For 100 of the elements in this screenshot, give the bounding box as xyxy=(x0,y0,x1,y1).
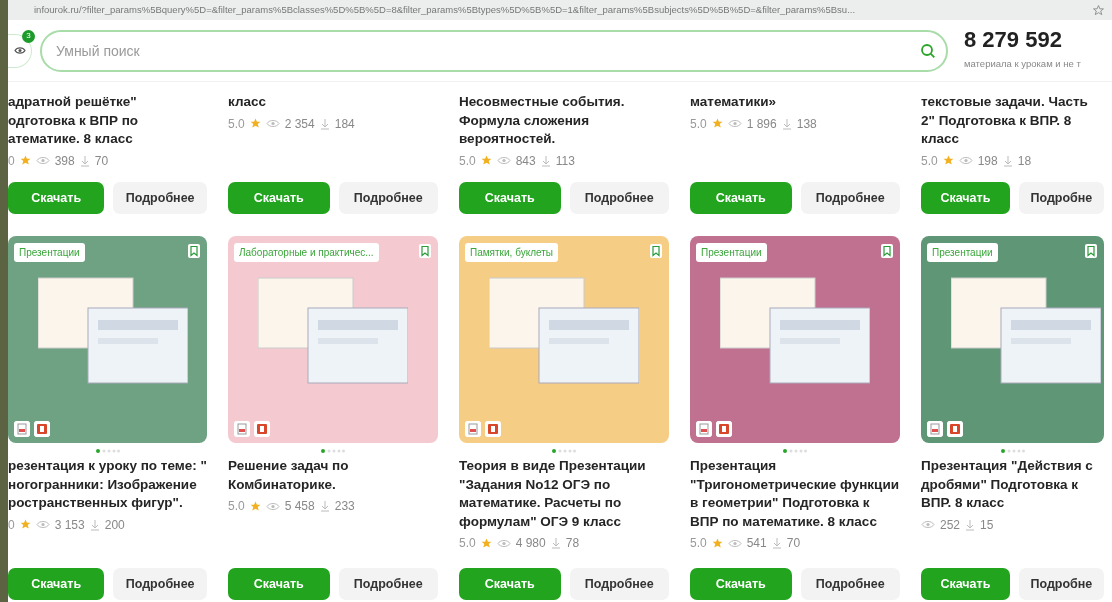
category-tag: Презентации xyxy=(696,243,767,262)
download-count: 200 xyxy=(104,516,125,534)
download-button[interactable]: Скачать xyxy=(921,568,1010,600)
download-count: 70 xyxy=(786,535,801,552)
materials-count: 8 279 592 xyxy=(964,29,1063,52)
details-button[interactable]: Подробнее xyxy=(569,568,669,600)
bookmark-icon[interactable] xyxy=(419,244,431,258)
download-button[interactable]: Скачать xyxy=(8,568,105,600)
bookmark-icon[interactable] xyxy=(188,244,200,258)
material-title: Несовместные события. Формула сложения вероятностей. xyxy=(459,93,626,148)
bookmark-icon[interactable] xyxy=(881,244,893,258)
bookmark-icon[interactable] xyxy=(650,244,662,258)
download-button[interactable]: Скачать xyxy=(459,568,561,600)
download-button[interactable]: Скачать xyxy=(459,182,561,214)
star-icon xyxy=(249,500,261,512)
download-icon xyxy=(771,537,782,549)
category-tag: Презентации xyxy=(14,243,85,262)
rating-value: 5.0 xyxy=(228,498,245,515)
view-count: 843 xyxy=(515,152,536,170)
details-button[interactable]: Подробне xyxy=(1018,568,1104,600)
details-button[interactable]: Подробнее xyxy=(800,182,900,214)
download-count: 113 xyxy=(555,152,575,170)
star-icon[interactable] xyxy=(1093,4,1104,16)
search-icon[interactable] xyxy=(920,42,936,59)
download-icon xyxy=(1002,154,1013,167)
details-button[interactable]: Подробнее xyxy=(113,182,207,214)
search-field[interactable]: Умный поиск xyxy=(40,29,948,72)
view-count: 1 896 xyxy=(746,115,777,133)
details-button[interactable]: Подробнее xyxy=(800,568,900,600)
eye-icon xyxy=(265,501,280,511)
download-button[interactable]: Скачать xyxy=(8,182,105,214)
star-icon xyxy=(480,537,492,549)
eye-icon xyxy=(265,119,280,128)
rating-value: 5.0 xyxy=(690,115,707,133)
rating-value: 0 xyxy=(8,152,15,170)
carousel-indicator xyxy=(783,449,807,453)
rating-value: 5.0 xyxy=(690,535,707,552)
eye-icon xyxy=(496,156,511,165)
slides-file-icon xyxy=(254,421,270,437)
download-icon xyxy=(319,117,330,130)
rating-value: 5.0 xyxy=(459,535,476,552)
eye-icon xyxy=(921,520,935,529)
slides-file-icon xyxy=(716,421,732,437)
materials-caption: материала к урокам и не т xyxy=(964,57,1081,72)
star-icon xyxy=(711,537,723,549)
star-icon xyxy=(480,155,492,166)
view-count: 541 xyxy=(746,535,767,552)
notification-badge: 3 xyxy=(22,29,35,43)
eye-icon xyxy=(958,156,973,165)
download-icon xyxy=(79,154,90,167)
download-button[interactable]: Скачать xyxy=(690,568,792,600)
viewed-button[interactable]: 3 xyxy=(8,33,32,68)
material-title: текстовые задачи. Часть 2" Подготовка к ВПР. 8 класс xyxy=(921,93,1089,148)
download-count: 138 xyxy=(796,115,817,133)
download-count: 18 xyxy=(1017,152,1032,170)
star-icon xyxy=(249,118,261,129)
download-count: 233 xyxy=(334,498,355,515)
material-title: математики» xyxy=(690,93,778,111)
download-icon xyxy=(781,117,792,130)
details-button[interactable]: Подробнее xyxy=(113,568,207,600)
material-title: Теория в виде Презентации "Задания No12 ОГЭ по математике. Расчеты по формулам" ОГЭ 9 класс xyxy=(459,457,647,531)
details-button[interactable]: Подробнее xyxy=(338,182,438,214)
material-title: Презентация "Действия с дробями" Подготовка к ВПР. 8 класс xyxy=(921,457,1094,512)
category-tag: Презентации xyxy=(927,243,998,262)
download-icon xyxy=(540,154,551,167)
download-button[interactable]: Скачать xyxy=(228,182,330,214)
pdf-file-icon xyxy=(14,421,30,437)
material-title: Презентация "Тригонометрические функции в геометрии" Подготовка к ВПР по математике. 8 класс xyxy=(690,457,900,531)
eye-icon xyxy=(13,46,26,55)
carousel-indicator xyxy=(552,449,576,453)
eye-icon xyxy=(727,119,742,128)
download-button[interactable]: Скачать xyxy=(228,568,330,600)
slides-file-icon xyxy=(485,421,501,437)
carousel-indicator xyxy=(1000,449,1025,453)
view-count: 5 458 xyxy=(284,498,315,515)
details-button[interactable]: Подробнее xyxy=(338,568,438,600)
material-title: адратной решётке" одготовка к ВПР по атематике. 8 класс xyxy=(8,93,140,148)
eye-icon xyxy=(496,538,511,548)
download-button[interactable]: Скачать xyxy=(690,182,792,214)
bookmark-icon[interactable] xyxy=(1085,244,1097,258)
pdf-file-icon xyxy=(696,421,712,437)
rating-value: 5.0 xyxy=(459,152,476,170)
download-icon xyxy=(965,518,976,531)
star-icon xyxy=(19,155,31,166)
slides-file-icon xyxy=(947,421,963,437)
download-icon xyxy=(89,518,100,531)
view-count: 2 354 xyxy=(284,115,315,133)
download-count: 184 xyxy=(334,115,355,133)
star-icon xyxy=(942,155,954,166)
download-button[interactable]: Скачать xyxy=(921,182,1010,214)
eye-icon xyxy=(35,520,50,529)
view-count: 4 980 xyxy=(515,535,546,552)
rating-value: 5.0 xyxy=(228,115,245,133)
star-icon xyxy=(19,519,31,530)
eye-icon xyxy=(727,538,742,548)
details-button[interactable]: Подробне xyxy=(1018,182,1104,214)
eye-icon xyxy=(35,156,50,165)
details-button[interactable]: Подробнее xyxy=(569,182,669,214)
view-count: 252 xyxy=(940,516,961,534)
category-tag: Памятки, буклеты xyxy=(465,243,558,262)
